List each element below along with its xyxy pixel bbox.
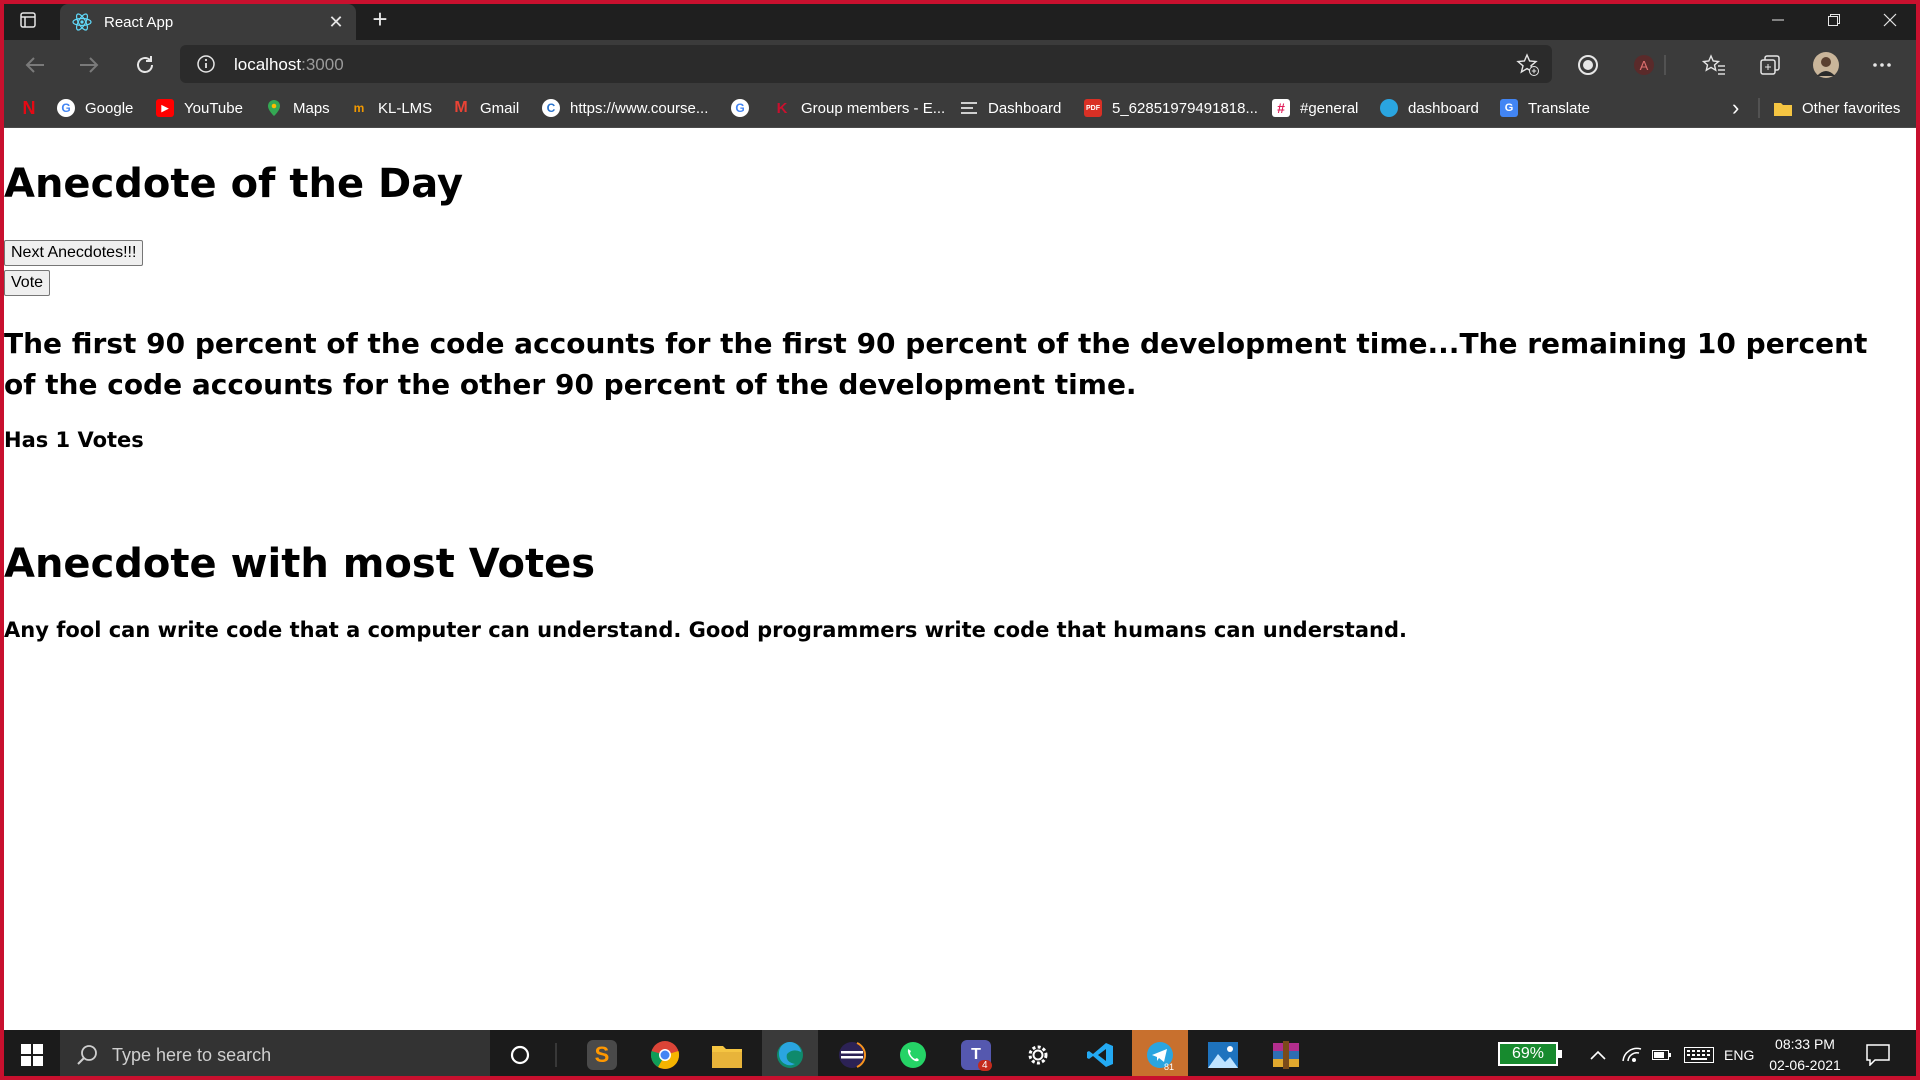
bookmark-coursera[interactable]: C https://www.course... bbox=[542, 96, 708, 120]
settings-gear-icon[interactable] bbox=[1010, 1030, 1066, 1080]
favorites-icon[interactable] bbox=[1700, 51, 1728, 79]
collections-icon[interactable] bbox=[1756, 51, 1784, 79]
dashboard-icon bbox=[960, 99, 978, 117]
cortana-icon[interactable] bbox=[492, 1030, 548, 1080]
bookmark-group-members[interactable]: K Group members - E... bbox=[773, 96, 946, 120]
edge-icon bbox=[1380, 99, 1398, 117]
browser-titlebar: React App ✕ + bbox=[0, 0, 1920, 40]
bookmark-maps[interactable]: Maps bbox=[265, 96, 330, 120]
back-icon[interactable] bbox=[20, 50, 50, 80]
tab-close-icon[interactable]: ✕ bbox=[326, 12, 346, 33]
bookmark-google[interactable]: G Google bbox=[57, 96, 133, 120]
vote-button[interactable]: Vote bbox=[4, 270, 51, 296]
winrar-icon[interactable] bbox=[1258, 1030, 1314, 1080]
bookmark-youtube[interactable]: ▶ YouTube bbox=[156, 96, 243, 120]
netflix-icon: N bbox=[22, 97, 36, 118]
tab-react-app[interactable]: React App ✕ bbox=[60, 4, 356, 40]
vote-count: Has 1 Votes bbox=[4, 428, 144, 452]
kl-lms-icon: m bbox=[353, 101, 365, 115]
close-window-icon[interactable] bbox=[1862, 0, 1918, 40]
restore-icon[interactable] bbox=[1806, 0, 1862, 40]
other-favorites[interactable]: Other favorites bbox=[1774, 96, 1900, 120]
coursera-icon: C bbox=[542, 99, 560, 117]
teams-icon[interactable]: T 4 bbox=[948, 1030, 1004, 1080]
windows-start-icon[interactable] bbox=[4, 1030, 60, 1080]
new-tab-button[interactable]: + bbox=[366, 6, 394, 34]
address-bar[interactable]: localhost:3000 bbox=[180, 45, 1552, 83]
bookmark-google-2[interactable]: G bbox=[731, 96, 759, 120]
windows-taskbar: Type here to search S T 4 81 69% ENG 08:… bbox=[0, 1030, 1920, 1080]
folder-icon bbox=[1774, 99, 1792, 117]
clock-time: 08:33 PM bbox=[1775, 1036, 1835, 1052]
page-content: Anecdote of the Day Next Anecdotes!!! Vo… bbox=[4, 128, 1916, 1030]
translate-icon: G bbox=[1500, 99, 1518, 117]
kl-icon: K bbox=[776, 99, 788, 117]
extension-acrobat-icon[interactable]: A bbox=[1630, 51, 1658, 79]
keyboard-icon[interactable] bbox=[1684, 1030, 1714, 1080]
battery-tray-icon[interactable] bbox=[1652, 1030, 1672, 1080]
youtube-icon: ▶ bbox=[156, 99, 174, 117]
search-icon bbox=[77, 1045, 97, 1065]
bookmarks-divider bbox=[1758, 96, 1760, 120]
refresh-icon[interactable] bbox=[130, 50, 160, 80]
minimize-icon[interactable] bbox=[1750, 0, 1806, 40]
notifications-icon[interactable] bbox=[1866, 1030, 1890, 1080]
clock-date: 02-06-2021 bbox=[1769, 1057, 1841, 1073]
photos-icon[interactable] bbox=[1195, 1030, 1251, 1080]
anecdote-text: The first 90 percent of the code account… bbox=[4, 327, 1868, 401]
bookmark-translate[interactable]: G Translate bbox=[1500, 96, 1590, 120]
page-title: Anecdote of the Day bbox=[4, 161, 464, 207]
wifi-icon[interactable] bbox=[1622, 1030, 1642, 1080]
telegram-icon[interactable]: 81 bbox=[1132, 1030, 1188, 1080]
edge-taskbar-icon[interactable] bbox=[762, 1030, 818, 1080]
bookmarks-more-icon[interactable]: › bbox=[1732, 95, 1739, 120]
browser-toolbar: localhost:3000 A bbox=[0, 40, 1920, 88]
vscode-icon[interactable] bbox=[1072, 1030, 1128, 1080]
bookmark-netflix[interactable]: N bbox=[20, 96, 48, 120]
bookmark-kl-lms[interactable]: m KL-LMS bbox=[350, 96, 433, 120]
next-anecdote-button[interactable]: Next Anecdotes!!! bbox=[4, 240, 144, 266]
show-hidden-icons-icon[interactable] bbox=[1590, 1030, 1606, 1080]
sublime-text-icon[interactable]: S bbox=[574, 1030, 630, 1080]
taskbar-divider bbox=[554, 1030, 558, 1080]
chrome-icon[interactable] bbox=[637, 1030, 693, 1080]
pdf-icon: PDF bbox=[1084, 99, 1102, 117]
teams-badge: 4 bbox=[978, 1060, 992, 1071]
extension-record-icon[interactable] bbox=[1574, 51, 1602, 79]
svg-text:A: A bbox=[1640, 58, 1649, 73]
profile-avatar[interactable] bbox=[1812, 51, 1840, 79]
slack-icon: # bbox=[1272, 99, 1290, 117]
bookmark-pdf[interactable]: PDF 5_62851979491818... bbox=[1084, 96, 1258, 120]
url-text: localhost:3000 bbox=[234, 55, 344, 74]
bookmark-dashboard[interactable]: Dashboard bbox=[960, 96, 1061, 120]
add-favorite-icon[interactable] bbox=[1516, 53, 1540, 77]
language-indicator[interactable]: ENG bbox=[1724, 1030, 1754, 1080]
search-placeholder: Type here to search bbox=[112, 1044, 272, 1065]
google-icon: G bbox=[731, 99, 749, 117]
eclipse-icon[interactable] bbox=[824, 1030, 880, 1080]
bookmarks-bar: N G Google ▶ YouTube Maps m KL-LMS M Gma… bbox=[0, 88, 1920, 128]
most-votes-heading: Anecdote with most Votes bbox=[4, 541, 596, 587]
google-icon: G bbox=[57, 99, 75, 117]
tab-actions-icon[interactable] bbox=[14, 8, 42, 32]
most-voted-anecdote: Any fool can write code that a computer … bbox=[4, 618, 1407, 642]
taskbar-search[interactable]: Type here to search bbox=[60, 1030, 490, 1080]
clock[interactable]: 08:33 PM 02-06-2021 bbox=[1760, 1034, 1850, 1076]
whatsapp-icon[interactable] bbox=[885, 1030, 941, 1080]
forward-icon[interactable] bbox=[74, 50, 104, 80]
file-explorer-icon[interactable] bbox=[699, 1030, 755, 1080]
site-info-icon[interactable] bbox=[196, 54, 216, 74]
bookmark-gmail[interactable]: M Gmail bbox=[452, 96, 519, 120]
bookmark-general[interactable]: # #general bbox=[1272, 96, 1358, 120]
toolbar-divider bbox=[1660, 51, 1670, 79]
telegram-badge: 81 bbox=[1164, 1062, 1175, 1072]
settings-more-icon[interactable] bbox=[1868, 51, 1896, 79]
maps-icon bbox=[265, 99, 283, 117]
battery-indicator[interactable]: 69% bbox=[1498, 1042, 1562, 1066]
gmail-icon: M bbox=[454, 99, 468, 116]
bookmark-dashboard-2[interactable]: dashboard bbox=[1380, 96, 1479, 120]
react-icon bbox=[72, 13, 92, 31]
tab-title: React App bbox=[104, 13, 174, 31]
